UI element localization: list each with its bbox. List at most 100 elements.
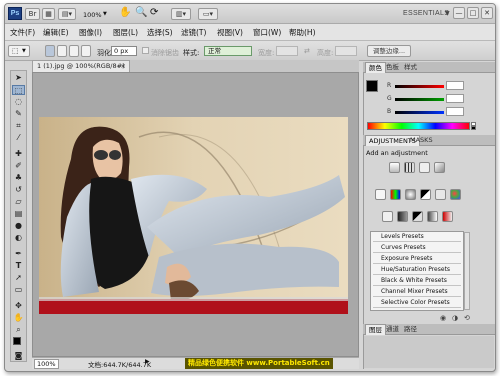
curves-icon[interactable]: [419, 162, 430, 173]
foreground-color-swatch[interactable]: [13, 337, 21, 345]
dodge-tool-icon[interactable]: ◐: [12, 233, 25, 243]
gradient-tool-icon[interactable]: ▤: [12, 209, 25, 219]
swap-icon[interactable]: ⇄: [304, 47, 310, 55]
menu-image[interactable]: 图像(I): [79, 27, 102, 38]
hue-saturation-icon[interactable]: [390, 189, 401, 200]
menu-layer[interactable]: 图层(L): [113, 27, 138, 38]
menu-view[interactable]: 视图(V): [217, 27, 243, 38]
red-slider[interactable]: [395, 85, 444, 88]
tab-styles[interactable]: 样式: [401, 62, 420, 73]
subtract-selection-icon[interactable]: [69, 45, 79, 57]
photo-filter-icon[interactable]: [435, 189, 446, 200]
channel-mixer-icon[interactable]: [450, 189, 461, 200]
quick-mask-icon[interactable]: ◙: [12, 351, 25, 361]
arrange-documents-icon[interactable]: ▥▾: [171, 8, 191, 20]
close-tab-icon[interactable]: ×: [121, 61, 126, 72]
menu-select[interactable]: 选择(S): [147, 27, 173, 38]
blue-slider[interactable]: [395, 111, 444, 114]
posterize-icon[interactable]: [397, 211, 408, 222]
path-select-tool-icon[interactable]: ➚: [12, 273, 25, 283]
vibrance-icon[interactable]: [375, 189, 386, 200]
antialias-checkbox[interactable]: [142, 47, 149, 54]
history-brush-tool-icon[interactable]: ↺: [12, 185, 25, 195]
style-select[interactable]: 正常: [204, 46, 252, 56]
new-selection-icon[interactable]: [45, 45, 55, 57]
rotate-view-icon[interactable]: ⟳: [150, 7, 158, 18]
red-value-input[interactable]: [446, 81, 464, 90]
selective-color-icon[interactable]: [442, 211, 453, 222]
menu-filter[interactable]: 滤镜(T): [181, 27, 206, 38]
view-extras-icon[interactable]: ▤▾: [58, 8, 76, 20]
foreground-color-swatch[interactable]: [366, 80, 378, 92]
preset-levels[interactable]: Levels Presets: [373, 232, 461, 242]
tab-swatches[interactable]: 色板: [383, 62, 402, 73]
crop-tool-icon[interactable]: ⌗: [12, 121, 25, 131]
zoom-level-select[interactable]: 100%: [83, 11, 102, 19]
clip-layer-icon[interactable]: ◉: [440, 314, 446, 322]
feather-input[interactable]: 0 px: [111, 46, 137, 56]
reset-icon[interactable]: ⟲: [464, 314, 470, 322]
menu-window[interactable]: 窗口(W): [253, 27, 281, 38]
zoom-icon[interactable]: 🔍: [135, 7, 147, 18]
tab-channels[interactable]: 通道: [383, 324, 402, 335]
levels-icon[interactable]: [404, 162, 415, 173]
gradient-map-icon[interactable]: [427, 211, 438, 222]
color-spectrum-ramp[interactable]: [367, 122, 470, 130]
invert-icon[interactable]: [382, 211, 393, 222]
preset-hue-saturation[interactable]: Hue/Saturation Presets: [373, 265, 461, 275]
refine-edge-button[interactable]: 调整边缘...: [367, 45, 411, 57]
black-white-icon[interactable]: [420, 189, 431, 200]
minimize-button[interactable]: —: [453, 7, 465, 19]
status-arrow-icon[interactable]: ▶: [145, 358, 150, 365]
green-slider[interactable]: [395, 98, 444, 101]
move-tool-icon[interactable]: ➤: [12, 73, 25, 83]
type-tool-icon[interactable]: T: [12, 261, 25, 271]
intersect-selection-icon[interactable]: [81, 45, 91, 57]
healing-brush-tool-icon[interactable]: ✚: [12, 149, 25, 159]
tool-preset-picker[interactable]: ⬚ ▼: [8, 45, 30, 57]
width-input[interactable]: [276, 46, 298, 56]
workspace-switcher[interactable]: ESSENTIALS: [403, 10, 449, 17]
menu-edit[interactable]: 编辑(E): [43, 27, 69, 38]
eraser-tool-icon[interactable]: ▱: [12, 197, 25, 207]
zoom-tool-icon[interactable]: ⌕: [12, 325, 25, 335]
brush-tool-icon[interactable]: ✐: [12, 161, 25, 171]
document-tab[interactable]: 1 (1).jpg @ 100%(RGB/8#) ×: [32, 60, 130, 72]
exposure-icon[interactable]: [434, 162, 445, 173]
black-swatch[interactable]: [471, 126, 476, 130]
brightness-contrast-icon[interactable]: [389, 162, 400, 173]
presets-scrollbar[interactable]: [464, 232, 470, 310]
preset-selective-color[interactable]: Selective Color Presets: [373, 298, 461, 308]
preset-curves[interactable]: Curves Presets: [373, 243, 461, 253]
quick-select-tool-icon[interactable]: ✎: [12, 109, 25, 119]
color-balance-icon[interactable]: [405, 189, 416, 200]
pen-tool-icon[interactable]: ✒: [12, 249, 25, 259]
green-value-input[interactable]: [446, 94, 464, 103]
hand-icon[interactable]: ✋: [119, 7, 131, 18]
zoom-status-field[interactable]: 100%: [34, 359, 59, 369]
3d-rotate-tool-icon[interactable]: ✥: [12, 301, 25, 311]
maximize-button[interactable]: □: [467, 7, 479, 19]
clone-stamp-tool-icon[interactable]: ♣: [12, 173, 25, 183]
preset-channel-mixer[interactable]: Channel Mixer Presets: [373, 287, 461, 297]
tab-paths[interactable]: 路径: [401, 324, 420, 335]
canvas-photo[interactable]: [39, 117, 348, 314]
tab-masks[interactable]: MASKS: [407, 135, 436, 146]
menu-file[interactable]: 文件(F): [10, 27, 35, 38]
preset-exposure[interactable]: Exposure Presets: [373, 254, 461, 264]
preset-black-white[interactable]: Black & White Presets: [373, 276, 461, 286]
add-selection-icon[interactable]: [57, 45, 67, 57]
bridge-icon[interactable]: Br: [25, 8, 40, 20]
screen-mode-icon[interactable]: ▭▾: [198, 8, 218, 20]
height-input[interactable]: [335, 46, 357, 56]
eyedropper-tool-icon[interactable]: ⁄: [12, 133, 25, 143]
blur-tool-icon[interactable]: ●: [12, 221, 25, 231]
mini-bridge-icon[interactable]: ▦: [42, 8, 55, 20]
threshold-icon[interactable]: [412, 211, 423, 222]
hand-tool-icon[interactable]: ✋: [12, 313, 25, 323]
view-previous-icon[interactable]: ◑: [452, 314, 458, 322]
menu-help[interactable]: 帮助(H): [289, 27, 316, 38]
close-button[interactable]: ✕: [481, 7, 493, 19]
marquee-tool-icon[interactable]: ⬚: [12, 85, 25, 95]
shape-tool-icon[interactable]: ▭: [12, 285, 25, 295]
